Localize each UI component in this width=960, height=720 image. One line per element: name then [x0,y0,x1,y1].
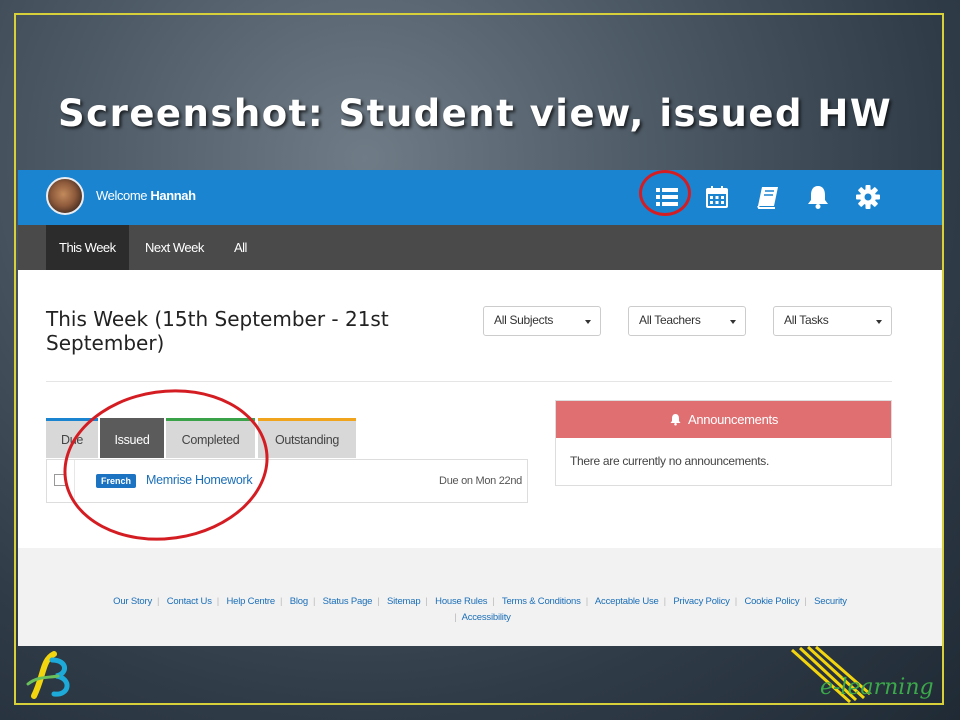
book-icon[interactable] [755,184,781,210]
footer-link-blog[interactable]: Blog [290,596,308,607]
tab-issued[interactable]: Issued [100,418,164,458]
page-heading: This Week (15th September - 21st Septemb… [46,307,389,355]
announcements-header: Announcements [556,401,891,438]
caret-down-icon [730,320,736,324]
footer-link-house-rules[interactable]: House Rules [435,596,487,607]
footer-link-security[interactable]: Security [814,596,847,607]
school-logo [26,651,70,699]
tab-completed[interactable]: Completed [166,418,255,458]
nav-tab-next-week[interactable]: Next Week [132,225,217,270]
homework-checkbox[interactable] [54,474,66,486]
welcome-prefix: Welcome [96,188,148,203]
footer-link-contact-us[interactable]: Contact Us [167,596,212,607]
nav-tab-this-week[interactable]: This Week [46,225,129,270]
slide-title: Screenshot: Student view, issued HW [58,92,893,135]
subject-filter[interactable]: All Subjects [483,306,601,336]
calendar-icon[interactable] [704,184,730,210]
homework-due-date: Due on Mon 22nd [439,475,522,487]
footer-link-privacy-policy[interactable]: Privacy Policy [673,596,730,607]
elearning-logo: e-learning [790,646,934,704]
footer-link-terms[interactable]: Terms & Conditions [502,596,581,607]
tab-outstanding[interactable]: Outstanding [258,418,356,458]
footer-link-cookie-policy[interactable]: Cookie Policy [744,596,799,607]
tab-due[interactable]: Due [46,418,98,458]
caret-down-icon [876,320,882,324]
footer-link-our-story[interactable]: Our Story [113,596,152,607]
week-nav: This Week Next Week All [18,225,942,270]
gear-icon[interactable] [855,184,881,210]
avatar[interactable] [46,177,84,215]
teacher-filter-value: All Teachers [639,313,701,327]
bell-icon[interactable] [805,184,831,210]
footer-link-help-centre[interactable]: Help Centre [226,596,275,607]
task-filter[interactable]: All Tasks [773,306,892,336]
announcements-empty-text: There are currently no announcements. [570,454,770,468]
footer-link-acceptable-use[interactable]: Acceptable Use [595,596,659,607]
row-separator [74,460,75,502]
subject-badge: French [96,474,137,488]
task-filter-value: All Tasks [784,313,829,327]
announcements-title: Announcements [687,412,779,427]
nav-tab-all[interactable]: All [221,225,260,270]
svg-text:e-learning: e-learning [820,675,934,700]
footer: Our Story | Contact Us | Help Centre | Blog… [18,548,942,646]
teacher-filter[interactable]: All Teachers [628,306,746,336]
footer-link-accessibility[interactable]: Accessibility [462,612,511,623]
subject-filter-value: All Subjects [494,313,554,327]
homework-title-link[interactable]: Memrise Homework [146,473,253,487]
user-name: Hannah [150,188,196,203]
bell-icon [670,414,681,426]
list-icon[interactable] [654,184,680,210]
footer-link-sitemap[interactable]: Sitemap [387,596,421,607]
footer-links: Our Story | Contact Us | Help Centre | Blog… [113,596,847,623]
divider [46,381,892,382]
footer-link-status-page[interactable]: Status Page [323,596,373,607]
app-window: Welcome Hannah This Week Next Week All T… [18,170,942,646]
announcements-panel: Announcements There are currently no ann… [555,400,892,486]
top-bar: Welcome Hannah [18,170,942,225]
welcome-text: Welcome Hannah [96,188,196,203]
caret-down-icon [585,320,591,324]
